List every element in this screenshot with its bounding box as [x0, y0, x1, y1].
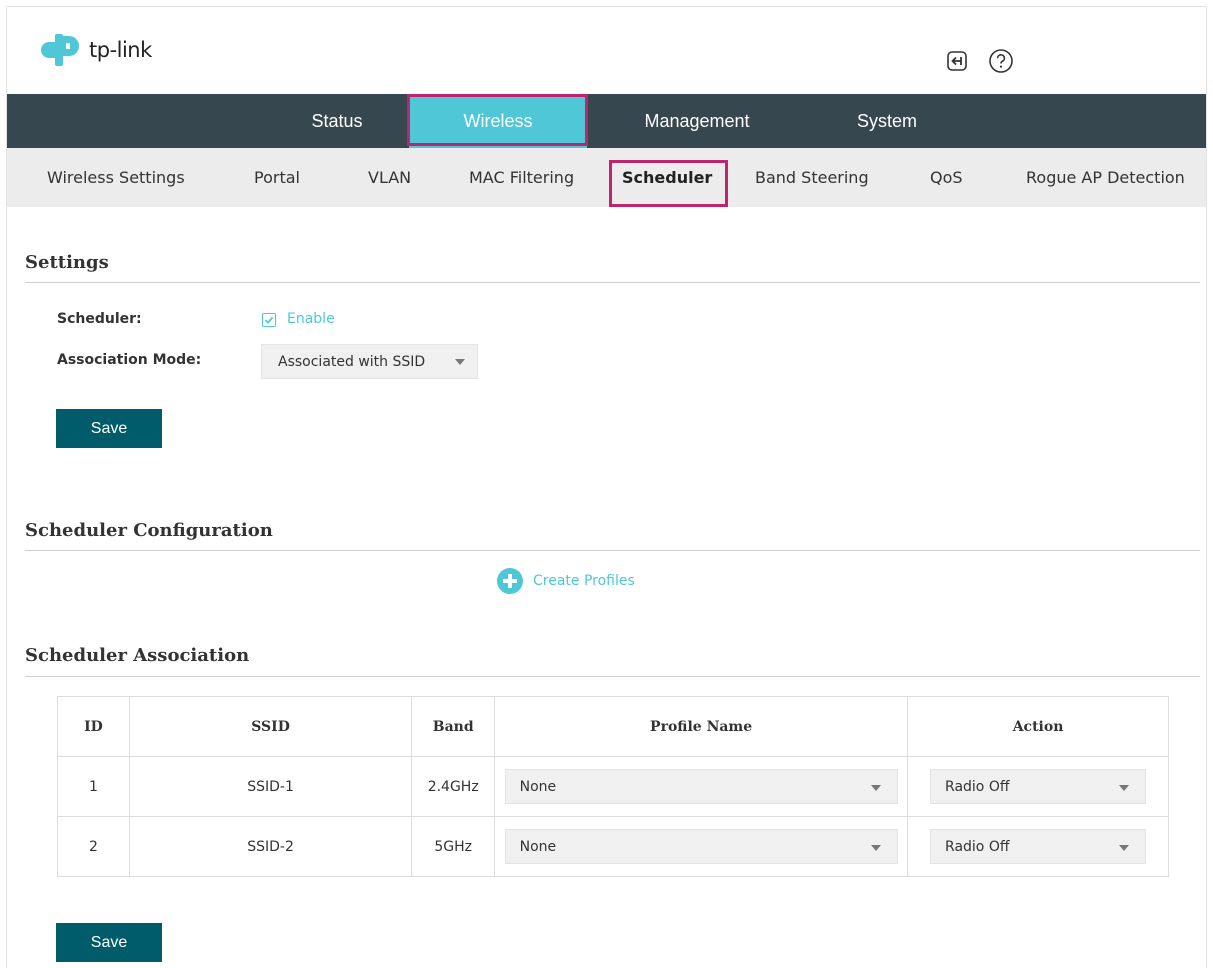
action-value: Radio Off: [945, 778, 1010, 795]
profile-name-cell: None: [494, 756, 909, 817]
scheduler-association-table: ID SSID Band Profile Name Action 1 SSID-…: [57, 696, 1169, 877]
enable-label[interactable]: Enable: [287, 311, 335, 327]
chevron-down-icon: [1119, 784, 1130, 791]
tab-system[interactable]: System: [822, 94, 952, 148]
action-select[interactable]: Radio Off: [930, 769, 1147, 804]
plus-circle-icon: [497, 568, 523, 594]
association-mode-select[interactable]: Associated with SSID: [261, 344, 478, 379]
association-mode-value: Associated with SSID: [278, 353, 426, 370]
action-cell: Radio Off: [907, 756, 1169, 817]
subtab-portal[interactable]: Portal: [254, 148, 300, 207]
sub-nav: Wireless Settings Portal VLAN MAC Filter…: [7, 148, 1206, 207]
subtab-band-steering[interactable]: Band Steering: [755, 148, 869, 207]
column-header-action: Action: [907, 696, 1169, 757]
scheduler-configuration-title: Scheduler Configuration: [25, 520, 273, 541]
table-row: 1 SSID-1 2.4GHz None Radio Off: [57, 756, 1169, 817]
association-save-button[interactable]: Save: [56, 923, 162, 962]
column-header-id: ID: [57, 696, 130, 757]
tab-status[interactable]: Status: [277, 94, 397, 148]
check-icon: [264, 316, 274, 324]
subtab-wireless-settings[interactable]: Wireless Settings: [47, 148, 185, 207]
row-ssid: SSID-1: [128, 756, 413, 817]
table-header-row: ID SSID Band Profile Name Action: [57, 696, 1169, 757]
tab-wireless[interactable]: Wireless: [409, 94, 587, 148]
scheduler-association-title: Scheduler Association: [25, 645, 250, 666]
create-profiles-button[interactable]: Create Profiles: [497, 568, 635, 594]
configuration-divider: [25, 550, 1200, 551]
help-icon[interactable]: [987, 47, 1015, 75]
subtab-mac-filtering[interactable]: MAC Filtering: [469, 148, 574, 207]
tp-link-logo: tp-link: [35, 34, 152, 66]
action-value: Radio Off: [945, 838, 1010, 855]
tp-link-logo-icon: [41, 34, 79, 66]
column-header-ssid: SSID: [128, 696, 413, 757]
settings-title: Settings: [25, 252, 109, 273]
settings-save-button[interactable]: Save: [56, 409, 162, 448]
chevron-down-icon: [870, 844, 881, 851]
column-header-band: Band: [411, 696, 496, 757]
profile-name-value: None: [519, 778, 557, 795]
logout-icon[interactable]: [943, 47, 971, 75]
enable-checkbox[interactable]: [262, 313, 276, 327]
chevron-down-icon: [1119, 844, 1130, 851]
action-cell: Radio Off: [907, 816, 1169, 877]
action-select[interactable]: Radio Off: [930, 829, 1147, 864]
association-mode-label: Association Mode:: [57, 352, 202, 368]
profile-name-select[interactable]: None: [504, 769, 898, 804]
subtab-scheduler[interactable]: Scheduler: [622, 148, 712, 207]
row-id: 2: [57, 816, 130, 877]
row-id: 1: [57, 756, 130, 817]
header: tp-link: [7, 7, 1206, 94]
logo-text: tp-link: [89, 38, 152, 62]
chevron-down-icon: [455, 358, 465, 365]
row-band: 5GHz: [411, 816, 496, 877]
subtab-qos[interactable]: QoS: [930, 148, 963, 207]
column-header-profile-name: Profile Name: [494, 696, 909, 757]
subtab-vlan[interactable]: VLAN: [368, 148, 411, 207]
scheduler-label: Scheduler:: [57, 311, 142, 327]
row-ssid: SSID-2: [128, 816, 413, 877]
settings-divider: [25, 282, 1200, 283]
profile-name-select[interactable]: None: [504, 829, 898, 864]
table-row: 2 SSID-2 5GHz None Radio Off: [57, 816, 1169, 877]
row-band: 2.4GHz: [411, 756, 496, 817]
create-profiles-label: Create Profiles: [533, 573, 635, 589]
main-nav: Status Wireless Management System: [7, 94, 1206, 148]
chevron-down-icon: [870, 784, 881, 791]
tab-management[interactable]: Management: [607, 94, 787, 148]
profile-name-cell: None: [494, 816, 909, 877]
subtab-rogue-ap-detection[interactable]: Rogue AP Detection: [1026, 148, 1185, 207]
profile-name-value: None: [519, 838, 557, 855]
association-divider: [25, 676, 1200, 677]
